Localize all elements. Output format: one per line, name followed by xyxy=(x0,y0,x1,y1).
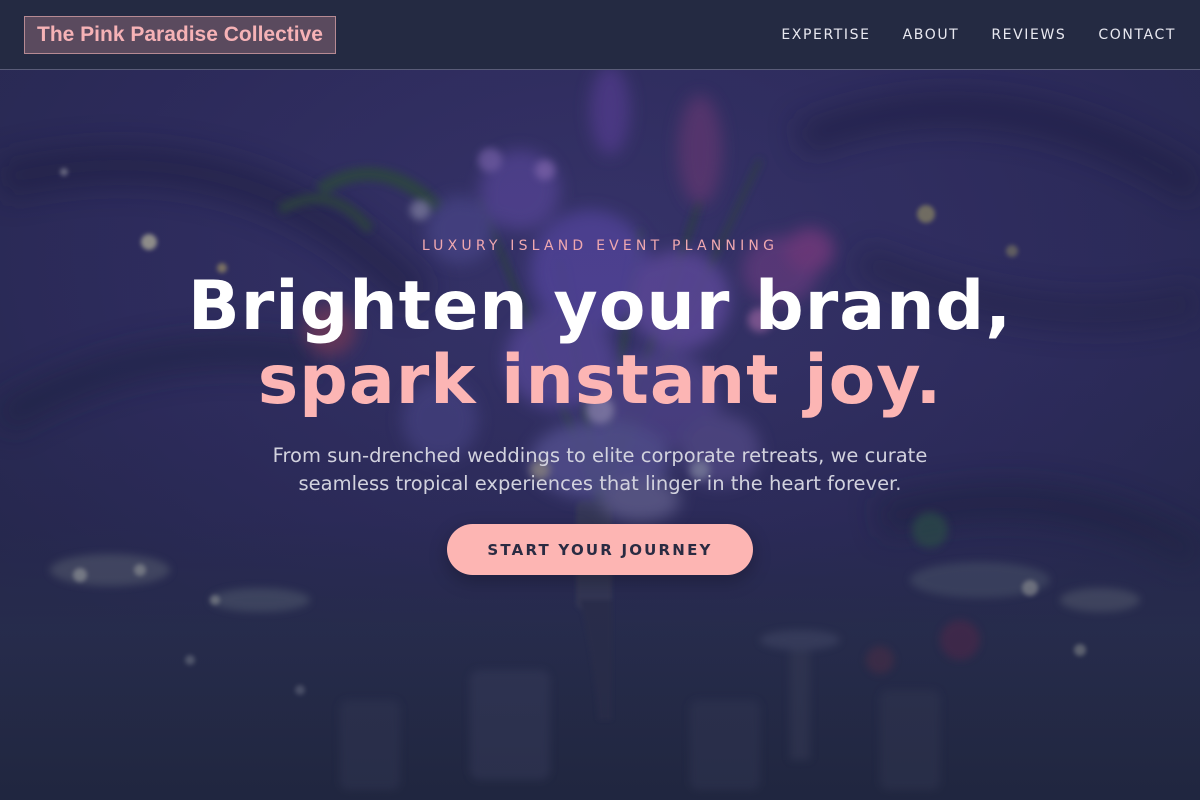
hero-title: Brighten your brand, spark instant joy. xyxy=(0,270,1200,418)
hero-title-line-2: spark instant joy. xyxy=(257,341,943,420)
brand-logo[interactable]: The Pink Paradise Collective xyxy=(24,16,336,54)
hero-subtitle: From sun-drenched weddings to elite corp… xyxy=(272,444,928,495)
site-header: The Pink Paradise Collective EXPERTISE A… xyxy=(0,0,1200,70)
hero-eyebrow: LUXURY ISLAND EVENT PLANNING xyxy=(421,238,779,254)
nav-link-contact[interactable]: CONTACT xyxy=(1098,27,1176,43)
nav-link-expertise[interactable]: EXPERTISE xyxy=(781,27,870,43)
landing-page: The Pink Paradise Collective EXPERTISE A… xyxy=(0,0,1200,800)
start-journey-button[interactable]: START YOUR JOURNEY xyxy=(447,524,753,575)
nav-link-reviews[interactable]: REVIEWS xyxy=(991,27,1066,43)
nav-link-about[interactable]: ABOUT xyxy=(903,27,960,43)
hero-title-line-1: Brighten your brand, xyxy=(187,267,1013,346)
main-nav: EXPERTISE ABOUT REVIEWS CONTACT xyxy=(749,0,1176,70)
